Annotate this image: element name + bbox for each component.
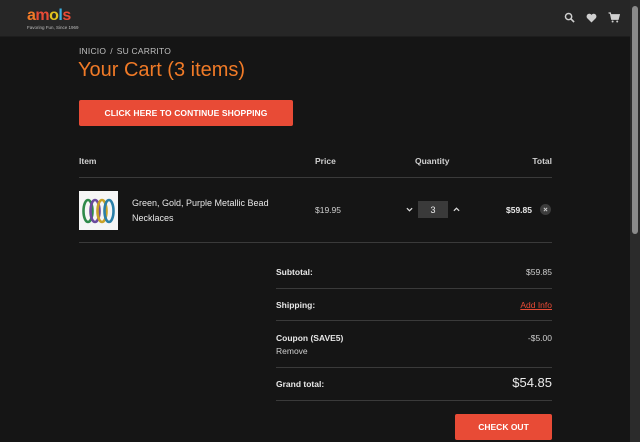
bead-necklaces-image xyxy=(82,198,115,224)
breadcrumb-separator: / xyxy=(110,46,113,56)
shipping-label: Shipping: xyxy=(276,300,316,310)
column-header-total: Total xyxy=(532,156,552,166)
column-header-item: Item xyxy=(79,156,97,166)
column-header-price: Price xyxy=(315,156,336,166)
line-total: $59.85 xyxy=(506,205,532,215)
continue-shopping-button[interactable]: CLICK HERE TO CONTINUE SHOPPING xyxy=(79,100,293,126)
coupon-value: -$5.00 xyxy=(527,333,552,343)
logo-letter: m xyxy=(35,7,50,24)
header-icons xyxy=(563,11,620,24)
subtotal-value: $59.85 xyxy=(526,267,552,277)
amols-logo[interactable]: amols Favoring Fun, Since 1969 xyxy=(27,8,79,31)
logo-letter: a xyxy=(27,7,36,24)
remove-item-close-icon[interactable] xyxy=(540,204,551,215)
product-name[interactable]: Green, Gold, Purple Metallic Bead Neckla… xyxy=(132,196,302,225)
grand-total-value: $54.85 xyxy=(512,375,552,390)
page-scrollbar[interactable] xyxy=(630,0,640,442)
subtotal-label: Subtotal: xyxy=(276,267,313,277)
divider xyxy=(276,288,552,289)
product-price: $19.95 xyxy=(315,205,341,215)
checkout-button[interactable]: CHECK OUT xyxy=(455,414,552,440)
product-thumbnail[interactable] xyxy=(79,191,118,230)
quantity-decrease-chevron-down-icon[interactable] xyxy=(404,203,414,215)
cart-icon[interactable] xyxy=(607,11,620,24)
divider xyxy=(276,320,552,321)
top-navbar: amols Favoring Fun, Since 1969 xyxy=(0,0,630,37)
breadcrumb-home[interactable]: INICIO xyxy=(79,46,106,56)
heart-icon[interactable] xyxy=(585,11,598,24)
grand-total-label: Grand total: xyxy=(276,379,325,389)
quantity-increase-chevron-up-icon[interactable] xyxy=(451,203,461,215)
scrollbar-thumb[interactable] xyxy=(632,6,638,234)
quantity-input[interactable]: 3 xyxy=(418,201,448,218)
logo-tagline: Favoring Fun, Since 1969 xyxy=(27,25,79,30)
column-header-quantity: Quantity xyxy=(415,156,450,166)
shipping-add-info-link[interactable]: Add Info xyxy=(520,300,552,310)
logo-letter: s xyxy=(62,7,71,24)
search-icon[interactable] xyxy=(563,11,576,24)
divider xyxy=(79,242,552,243)
coupon-label: Coupon (SAVE5) xyxy=(276,333,344,343)
breadcrumb: INICIO / SU CARRITO xyxy=(79,46,171,56)
divider xyxy=(276,367,552,368)
page-title: Your Cart (3 items) xyxy=(78,59,246,81)
divider xyxy=(79,177,552,178)
coupon-remove-link[interactable]: Remove xyxy=(276,346,308,356)
logo-wordmark: amols xyxy=(27,8,79,24)
logo-letter: o xyxy=(49,7,59,24)
divider xyxy=(276,400,552,401)
breadcrumb-current: SU CARRITO xyxy=(116,46,172,56)
